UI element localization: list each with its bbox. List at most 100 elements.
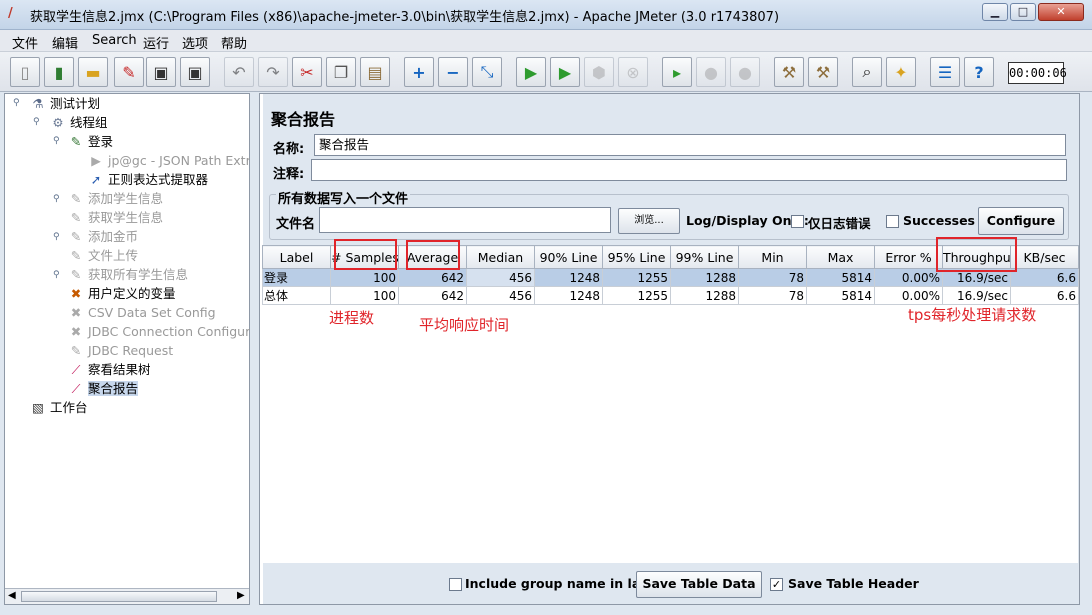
- collapse-toggle-icon[interactable]: ⚲: [33, 117, 40, 127]
- scroll-thumb[interactable]: [21, 591, 217, 602]
- open-icon[interactable]: ▬: [78, 57, 108, 87]
- table-cell[interactable]: 100: [330, 268, 399, 287]
- tree-node-jdbc-request[interactable]: ✎ JDBC Request: [67, 342, 173, 360]
- filename-input[interactable]: [319, 207, 611, 233]
- table-cell[interactable]: 100: [330, 286, 399, 305]
- clear-icon[interactable]: ⚒: [774, 57, 804, 87]
- tree-node-thread-group[interactable]: ⚙ 线程组: [49, 114, 107, 132]
- table-cell[interactable]: 6.6: [1010, 268, 1079, 287]
- include-group-checkbox[interactable]: [449, 578, 462, 591]
- save-table-header-checkbox[interactable]: ✓: [770, 578, 783, 591]
- minimize-button[interactable]: ▁: [982, 3, 1008, 21]
- col-header-error[interactable]: Error %: [874, 245, 943, 269]
- tree-node-regex-extractor[interactable]: ➚ 正则表达式提取器: [87, 171, 208, 189]
- table-cell[interactable]: 1288: [670, 286, 739, 305]
- new-file-icon[interactable]: ▯: [10, 57, 40, 87]
- table-cell[interactable]: 5814: [806, 268, 875, 287]
- close-file-icon[interactable]: ✎: [114, 57, 144, 87]
- tree-node-file-upload[interactable]: ✎ 文件上传: [67, 247, 138, 265]
- remote-exit-icon[interactable]: ●: [730, 57, 760, 87]
- table-cell[interactable]: 78: [738, 286, 807, 305]
- table-cell[interactable]: 642: [398, 286, 467, 305]
- expand-icon[interactable]: +: [404, 57, 434, 87]
- table-cell[interactable]: 总体: [262, 286, 331, 305]
- tree-node-get-student[interactable]: ✎ 获取学生信息: [67, 209, 163, 227]
- clear-all-icon[interactable]: ⚒: [808, 57, 838, 87]
- table-cell[interactable]: 1255: [602, 268, 671, 287]
- help-icon[interactable]: ?: [964, 57, 994, 87]
- start-no-pauses-icon[interactable]: ▶: [550, 57, 580, 87]
- cut-icon[interactable]: ✂: [292, 57, 322, 87]
- table-cell[interactable]: 16.9/sec: [942, 286, 1011, 305]
- function-helper-icon[interactable]: ☰: [930, 57, 960, 87]
- menu-help[interactable]: 帮助: [221, 33, 247, 52]
- tree-node-login[interactable]: ✎ 登录: [67, 133, 113, 151]
- collapse-toggle-icon[interactable]: ⚲: [13, 98, 20, 108]
- table-cell[interactable]: 1248: [534, 286, 603, 305]
- menu-search[interactable]: Search: [92, 33, 137, 48]
- scroll-right-icon[interactable]: ▶: [237, 590, 245, 601]
- menu-options[interactable]: 选项: [182, 33, 208, 52]
- configure-button[interactable]: Configure: [978, 207, 1064, 235]
- table-cell[interactable]: 1288: [670, 268, 739, 287]
- browse-button[interactable]: 浏览...: [618, 208, 680, 234]
- search-icon[interactable]: ⌕: [852, 57, 882, 87]
- menu-file[interactable]: 文件: [12, 33, 38, 52]
- close-button[interactable]: ✕: [1038, 3, 1084, 21]
- tree-node-user-variables[interactable]: ✖ 用户定义的变量: [67, 285, 176, 303]
- tree-node-json-extractor[interactable]: ▶ jp@gc - JSON Path Extra: [87, 152, 258, 170]
- table-cell[interactable]: 0.00%: [874, 286, 943, 305]
- comment-field[interactable]: [311, 159, 1067, 181]
- save-table-data-button[interactable]: Save Table Data: [636, 571, 762, 598]
- col-header-95-line[interactable]: 95% Line: [602, 245, 671, 269]
- shutdown-icon[interactable]: ⊗: [618, 57, 648, 87]
- name-field[interactable]: 聚合报告: [314, 134, 1066, 156]
- maximize-button[interactable]: □: [1010, 3, 1036, 21]
- table-row[interactable]: 总体 100 642 456 1248 1255 1288 78 5814 0.…: [262, 286, 1079, 305]
- col-header-90-line[interactable]: 90% Line: [534, 245, 603, 269]
- start-icon[interactable]: ▶: [516, 57, 546, 87]
- tree-horizontal-scrollbar[interactable]: ◀ ▶: [5, 588, 249, 604]
- expand-toggle-icon[interactable]: ⚲: [53, 270, 60, 280]
- tree-node-workbench[interactable]: ▧ 工作台: [29, 399, 87, 417]
- remote-start-icon[interactable]: ▸: [662, 57, 692, 87]
- table-cell[interactable]: 1255: [602, 286, 671, 305]
- tree-node-csv-config[interactable]: ✖ CSV Data Set Config: [67, 304, 216, 322]
- toggle-icon[interactable]: ⤡: [472, 57, 502, 87]
- stop-icon[interactable]: ⬢: [584, 57, 614, 87]
- save-as-icon[interactable]: ▣: [180, 57, 210, 87]
- save-icon[interactable]: ▣: [146, 57, 176, 87]
- col-header-99-line[interactable]: 99% Line: [670, 245, 739, 269]
- splitter[interactable]: [250, 93, 258, 605]
- paste-icon[interactable]: ▤: [360, 57, 390, 87]
- copy-icon[interactable]: ❐: [326, 57, 356, 87]
- table-cell[interactable]: 登录: [262, 268, 331, 287]
- collapse-icon[interactable]: −: [438, 57, 468, 87]
- collapse-toggle-icon[interactable]: ⚲: [53, 136, 60, 146]
- table-cell[interactable]: 5814: [806, 286, 875, 305]
- tree-node-test-plan[interactable]: ⚗ 测试计划: [29, 95, 100, 113]
- table-cell[interactable]: 78: [738, 268, 807, 287]
- table-cell[interactable]: 642: [398, 268, 467, 287]
- col-header-median[interactable]: Median: [466, 245, 535, 269]
- undo-icon[interactable]: ↶: [224, 57, 254, 87]
- tree-node-jdbc-config[interactable]: ✖ JDBC Connection Configura: [67, 323, 258, 341]
- col-header-min[interactable]: Min: [738, 245, 807, 269]
- errors-only-checkbox[interactable]: [791, 215, 804, 228]
- templates-icon[interactable]: ▮: [44, 57, 74, 87]
- col-header-max[interactable]: Max: [806, 245, 875, 269]
- table-cell[interactable]: 456: [466, 268, 535, 287]
- reset-search-icon[interactable]: ✦: [886, 57, 916, 87]
- table-cell[interactable]: 0.00%: [874, 268, 943, 287]
- remote-stop-icon[interactable]: ●: [696, 57, 726, 87]
- table-cell[interactable]: 1248: [534, 268, 603, 287]
- tree-node-add-student[interactable]: ✎ 添加学生信息: [67, 190, 163, 208]
- successes-checkbox[interactable]: [886, 215, 899, 228]
- tree-node-get-all-students[interactable]: ✎ 获取所有学生信息: [67, 266, 188, 284]
- menu-run[interactable]: 运行: [143, 33, 169, 52]
- col-header-label[interactable]: Label: [262, 245, 331, 269]
- redo-icon[interactable]: ↷: [258, 57, 288, 87]
- col-header-kb-sec[interactable]: KB/sec: [1010, 245, 1079, 269]
- expand-toggle-icon[interactable]: ⚲: [53, 194, 60, 204]
- tree-node-add-coins[interactable]: ✎ 添加金币: [67, 228, 138, 246]
